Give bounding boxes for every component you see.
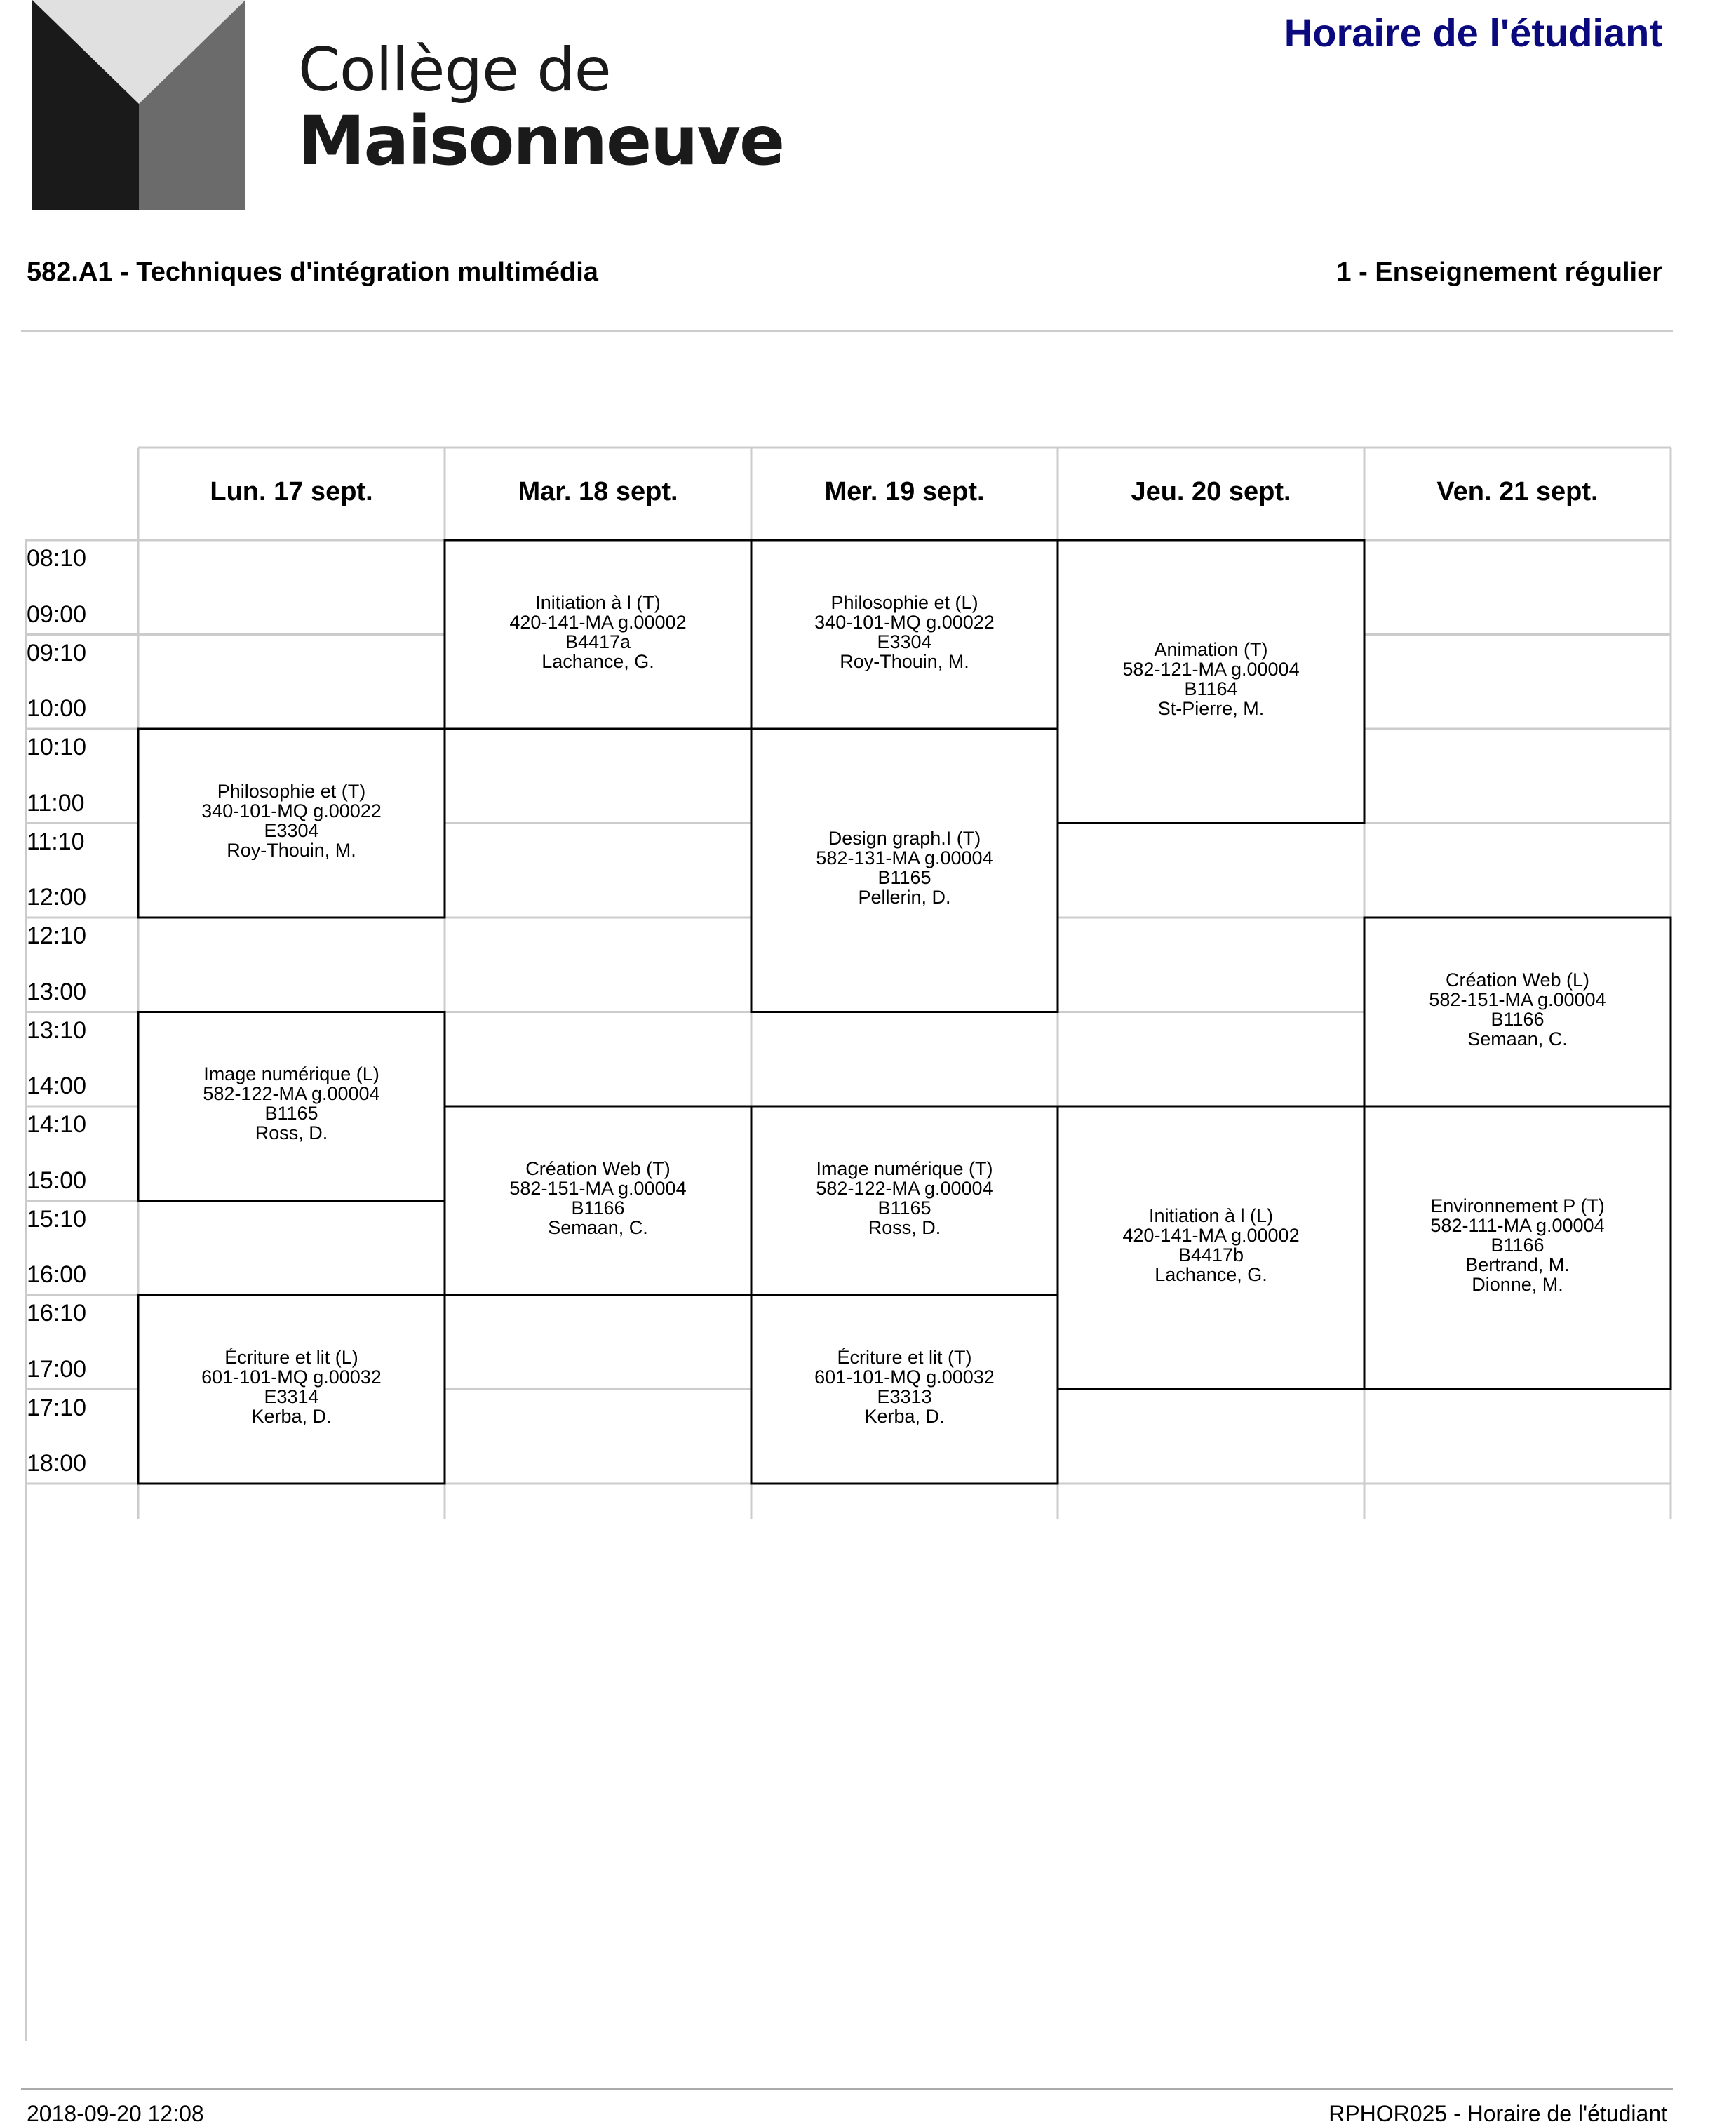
day-header: Jeu. 20 sept. (1131, 477, 1291, 506)
time-label: 12:00 (27, 884, 87, 911)
course-room: B1164 (1184, 678, 1238, 699)
course-block[interactable]: Animation (T) 582-121-MA g.00004 B1164 St-P… (1058, 640, 1364, 718)
time-label: 12:10 (27, 922, 87, 949)
course-teacher: Semaan, C. (548, 1216, 648, 1237)
course-title: Création Web (T) (525, 1158, 671, 1179)
course-room: E3313 (877, 1385, 932, 1407)
course-code: 582-121-MA g.00004 (1122, 658, 1300, 680)
schedule-grid (25, 446, 1672, 1519)
course-block[interactable]: Initiation à l (L) 420-141-MA g.00002 B441… (1058, 1206, 1364, 1284)
course-room: B4417a (565, 631, 631, 652)
course-code: 582-131-MA g.00004 (816, 847, 993, 868)
course-title: Philosophie et (T) (217, 781, 366, 802)
time-label: 14:00 (27, 1073, 87, 1099)
course-block[interactable]: Initiation à l (T) 420-141-MA g.00002 B441… (445, 593, 751, 671)
course-teacher: Dionne, M. (1472, 1273, 1563, 1294)
course-room: E3304 (877, 631, 932, 652)
time-label: 15:10 (27, 1205, 87, 1233)
course-teacher: Ross, D. (868, 1216, 941, 1237)
course-block[interactable]: Image numérique (L) 582-122-MA g.00004 B11… (138, 1064, 445, 1143)
time-label: 11:10 (27, 828, 85, 855)
time-label: 16:00 (27, 1261, 87, 1288)
course-teacher: Ross, D. (255, 1122, 328, 1143)
course-title: Initiation à l (T) (535, 592, 661, 613)
course-code: 582-122-MA g.00004 (816, 1177, 993, 1199)
course-title: Écriture et lit (T) (837, 1347, 972, 1368)
course-title: Environnement P (T) (1430, 1195, 1605, 1216)
time-label: 13:00 (27, 978, 87, 1005)
course-room: B1165 (264, 1103, 318, 1124)
day-header: Mar. 18 sept. (518, 477, 678, 506)
time-label: 10:10 (27, 734, 87, 760)
left-margin-rule (25, 540, 27, 2041)
course-code: 601-101-MQ g.00032 (201, 1366, 382, 1388)
day-header: Lun. 17 sept. (210, 477, 373, 506)
course-title: Animation (T) (1154, 639, 1268, 660)
course-code: 582-151-MA g.00004 (1429, 988, 1606, 1010)
time-label: 17:00 (27, 1355, 87, 1383)
course-title: Création Web (L) (1445, 969, 1590, 991)
course-room: E3304 (264, 819, 319, 841)
course-code: 582-111-MA g.00004 (1430, 1214, 1605, 1236)
course-teacher: Semaan, C. (1467, 1028, 1568, 1049)
day-header: Mer. 19 sept. (824, 477, 985, 506)
course-code: 340-101-MQ g.00022 (201, 800, 382, 821)
time-label: 10:00 (27, 695, 87, 722)
course-code: 420-141-MA g.00002 (509, 611, 687, 633)
footer-divider (21, 2088, 1673, 2090)
course-code: 340-101-MQ g.00022 (814, 611, 995, 633)
course-title: Écriture et lit (L) (224, 1347, 358, 1368)
course-room: B1166 (1491, 1008, 1545, 1030)
course-title: Design graph.I (T) (828, 828, 981, 849)
time-label: 09:10 (27, 639, 87, 666)
course-block[interactable]: Environnement P (T) 582-111-MA g.00004 B11… (1364, 1196, 1671, 1294)
time-label: 08:10 (27, 545, 87, 572)
time-label: 11:00 (27, 789, 85, 817)
course-teacher: Bertrand, M. (1465, 1254, 1570, 1275)
course-room: B1165 (877, 866, 931, 888)
course-block[interactable]: Image numérique (T) 582-122-MA g.00004 B11… (751, 1159, 1058, 1237)
course-block[interactable]: Design graph.I (T) 582-131-MA g.00004 B116… (751, 828, 1058, 907)
course-teacher: Pellerin, D. (858, 886, 951, 907)
course-teacher: Roy-Thouin, M. (227, 839, 356, 860)
course-block[interactable]: Écriture et lit (L) 601-101-MQ g.00032 E33… (138, 1348, 445, 1426)
course-room: B4417b (1178, 1244, 1244, 1265)
day-header: Ven. 21 sept. (1436, 477, 1599, 506)
course-code: 601-101-MQ g.00032 (814, 1366, 995, 1388)
course-title: Initiation à l (L) (1148, 1205, 1274, 1226)
course-block[interactable]: Philosophie et (L) 340-101-MQ g.00022 E330… (751, 593, 1058, 671)
course-room: B1165 (877, 1197, 931, 1218)
time-label: 14:10 (27, 1111, 87, 1138)
course-teacher: Kerba, D. (251, 1405, 332, 1426)
course-block[interactable]: Écriture et lit (T) 601-101-MQ g.00032 E33… (751, 1348, 1058, 1426)
course-teacher: Lachance, G. (541, 650, 654, 671)
course-title: Image numérique (L) (203, 1064, 379, 1084)
course-room: B1166 (1491, 1234, 1545, 1256)
course-code: 582-151-MA g.00004 (509, 1177, 687, 1199)
course-teacher: Lachance, G. (1155, 1263, 1267, 1284)
course-block[interactable]: Philosophie et (T) 340-101-MQ g.00022 E330… (138, 781, 445, 860)
time-label: 13:10 (27, 1016, 87, 1044)
footer-timestamp: 2018-09-20 12:08 (27, 2101, 204, 2122)
course-teacher: Roy-Thouin, M. (840, 650, 969, 671)
course-title: Image numérique (T) (816, 1158, 993, 1179)
course-teacher: Kerba, D. (864, 1405, 945, 1426)
course-title: Philosophie et (L) (830, 592, 978, 613)
time-label: 18:00 (27, 1450, 87, 1477)
course-room: B1166 (571, 1197, 625, 1218)
course-code: 420-141-MA g.00002 (1122, 1224, 1300, 1246)
course-block[interactable]: Création Web (L) 582-151-MA g.00004 B1166 S… (1364, 970, 1671, 1049)
time-label: 15:00 (27, 1167, 87, 1194)
course-block[interactable]: Création Web (T) 582-151-MA g.00004 B1166 S… (445, 1159, 751, 1237)
time-label: 09:00 (27, 600, 87, 628)
time-label: 16:10 (27, 1300, 87, 1327)
course-room: E3314 (264, 1385, 319, 1407)
time-label: 17:10 (27, 1394, 87, 1421)
footer-report-id: RPHOR025 - Horaire de l'étudiant (1328, 2101, 1667, 2122)
course-teacher: St-Pierre, M. (1157, 697, 1265, 718)
course-code: 582-122-MA g.00004 (203, 1083, 380, 1104)
